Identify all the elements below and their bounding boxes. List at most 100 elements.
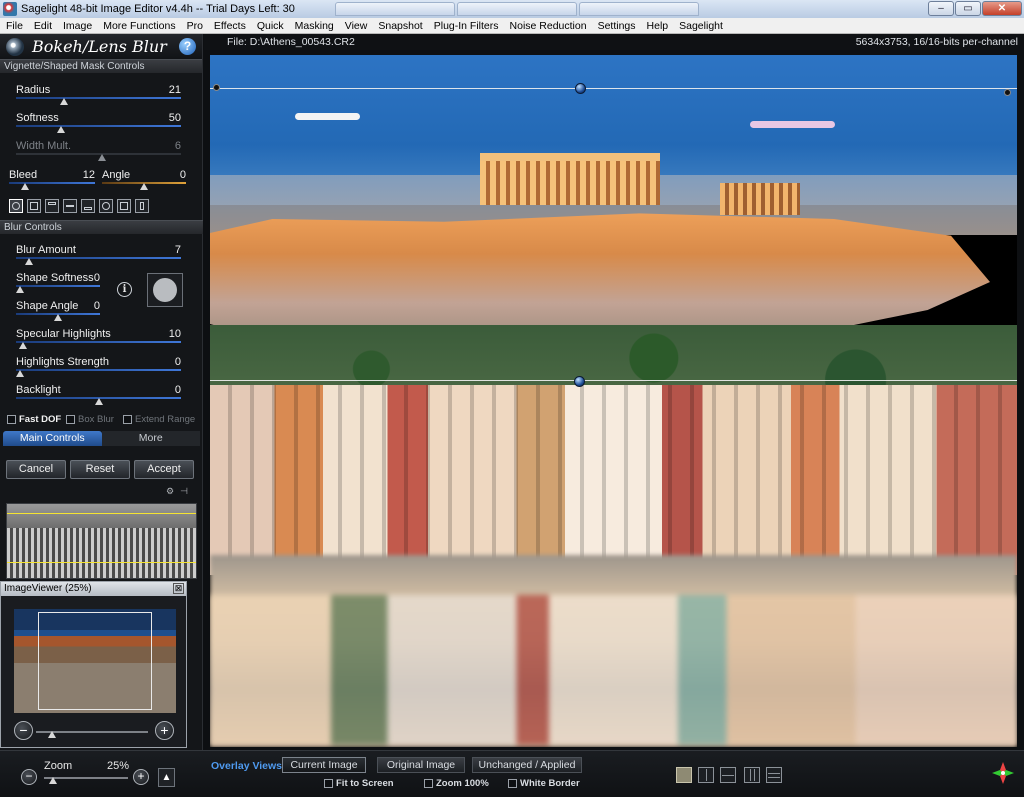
viewer-zoom-in-button[interactable]: + xyxy=(155,721,174,740)
bleed-value: 12 xyxy=(82,169,95,181)
reset-button[interactable]: Reset xyxy=(70,460,130,479)
pin-icon[interactable]: ⊣ xyxy=(180,486,188,497)
box-blur-checkbox[interactable]: Box Blur xyxy=(66,414,114,425)
menu-item-plug-in-filters[interactable]: Plug-In Filters xyxy=(434,20,499,32)
current-image-button[interactable]: Current Image xyxy=(282,757,366,773)
minimize-button[interactable]: ‒ xyxy=(928,1,954,16)
split-vertical-layout-icon[interactable] xyxy=(698,767,714,783)
side-by-side-layout-icon[interactable] xyxy=(744,767,760,783)
shape-softness-thumb[interactable] xyxy=(16,286,24,293)
circle-shape-icon[interactable] xyxy=(9,199,23,213)
menu-item-help[interactable]: Help xyxy=(647,20,669,32)
menu-item-noise-reduction[interactable]: Noise Reduction xyxy=(510,20,587,32)
menu-item-snapshot[interactable]: Snapshot xyxy=(378,20,422,32)
box-blur-box[interactable] xyxy=(66,415,75,424)
fast-dof-checkbox[interactable]: Fast DOF xyxy=(7,414,61,425)
bokeh-shape-preview[interactable] xyxy=(147,273,183,307)
inset-shape-icon[interactable] xyxy=(135,199,149,213)
image-canvas[interactable] xyxy=(210,55,1017,747)
top-band-shape-icon[interactable] xyxy=(45,199,59,213)
specular-highlights-thumb[interactable] xyxy=(19,342,27,349)
viewport-frame[interactable] xyxy=(38,612,152,710)
shape-angle-thumb[interactable] xyxy=(54,314,62,321)
fit-to-screen-box[interactable] xyxy=(324,779,333,788)
extend-range-box[interactable] xyxy=(123,415,132,424)
blur-amount-track[interactable] xyxy=(16,257,181,259)
radius-thumb[interactable] xyxy=(60,98,68,105)
background-tab[interactable] xyxy=(456,2,577,16)
highlights-strength-label: Highlights Strength xyxy=(16,356,109,368)
original-image-button[interactable]: Original Image xyxy=(377,757,465,773)
shape-softness-track[interactable] xyxy=(16,285,100,287)
stacked-layout-icon[interactable] xyxy=(766,767,782,783)
single-view-layout-icon[interactable] xyxy=(676,767,692,783)
focus-guide-bottom-handle[interactable] xyxy=(574,376,585,387)
menu-item-effects[interactable]: Effects xyxy=(214,20,246,32)
extend-range-checkbox[interactable]: Extend Range xyxy=(123,414,195,425)
zoom-thumb[interactable] xyxy=(49,777,57,784)
background-tab[interactable] xyxy=(578,2,699,16)
bokeh-disk-icon xyxy=(153,278,177,302)
menu-item-pro[interactable]: Pro xyxy=(187,20,203,32)
bleed-thumb[interactable] xyxy=(21,183,29,190)
middle-band-shape-icon[interactable] xyxy=(63,199,77,213)
unchanged-applied-button[interactable]: Unchanged / Applied xyxy=(472,757,582,773)
square-shape-icon[interactable] xyxy=(27,199,41,213)
viewer-zoom-out-button[interactable]: − xyxy=(14,721,33,740)
split-horizontal-layout-icon[interactable] xyxy=(720,767,736,783)
zoom-100-box[interactable] xyxy=(424,779,433,788)
settings-small-icon[interactable]: ⚙ xyxy=(166,486,174,497)
plugin-header: Bokeh/Lens Blur ? xyxy=(0,34,202,59)
softness-thumb[interactable] xyxy=(57,126,65,133)
zoom-out-button[interactable]: − xyxy=(21,769,37,785)
menu-item-sagelight[interactable]: Sagelight xyxy=(679,20,723,32)
info-icon[interactable]: i xyxy=(117,282,132,297)
focus-guide-top-handle[interactable] xyxy=(575,83,586,94)
image-viewer-close-icon[interactable]: ⊠ xyxy=(173,583,184,594)
menu-item-masking[interactable]: Masking xyxy=(295,20,334,32)
guide-end-dot-right[interactable] xyxy=(1004,89,1011,96)
help-icon[interactable]: ? xyxy=(179,38,196,55)
white-border-box[interactable] xyxy=(508,779,517,788)
specular-highlights-track[interactable] xyxy=(16,341,181,343)
width-mult-thumb[interactable] xyxy=(98,154,106,161)
image-viewer-title[interactable]: ImageViewer (25%) ⊠ xyxy=(1,582,186,596)
focus-guide-top[interactable] xyxy=(210,88,1017,89)
backlight-thumb[interactable] xyxy=(95,398,103,405)
menu-item-view[interactable]: View xyxy=(345,20,368,32)
white-border-checkbox[interactable]: White Border xyxy=(508,778,580,789)
cancel-button[interactable]: Cancel xyxy=(6,460,66,479)
bottom-band-shape-icon[interactable] xyxy=(81,199,95,213)
focus-guide-bottom[interactable] xyxy=(210,380,1017,381)
angle-thumb[interactable] xyxy=(140,183,148,190)
background-tab[interactable] xyxy=(334,2,455,16)
image-viewer-preview[interactable] xyxy=(14,609,176,713)
zoom-100-checkbox[interactable]: Zoom 100% xyxy=(424,778,489,789)
viewer-zoom-thumb[interactable] xyxy=(48,731,56,738)
menu-item-image[interactable]: Image xyxy=(63,20,92,32)
frame-shape-icon[interactable] xyxy=(117,199,131,213)
fit-to-screen-checkbox[interactable]: Fit to Screen xyxy=(324,778,394,789)
menu-item-file[interactable]: File xyxy=(6,20,23,32)
menu-item-edit[interactable]: Edit xyxy=(34,20,52,32)
tab-main-controls[interactable]: Main Controls xyxy=(3,431,102,446)
highlights-strength-track[interactable] xyxy=(16,369,181,371)
radius-track[interactable] xyxy=(16,97,181,99)
mask-preview-thumbnail[interactable] xyxy=(6,503,197,579)
tab-more[interactable]: More xyxy=(101,431,200,446)
highlights-strength-thumb[interactable] xyxy=(16,370,24,377)
close-button[interactable]: ✕ xyxy=(982,1,1022,16)
menu-item-more-functions[interactable]: More Functions xyxy=(103,20,175,32)
menu-bar: File Edit Image More Functions Pro Effects Qui… xyxy=(0,18,1024,34)
blur-amount-thumb[interactable] xyxy=(25,258,33,265)
fast-dof-box[interactable] xyxy=(7,415,16,424)
ellipse-shape-icon[interactable] xyxy=(99,199,113,213)
zoom-in-button[interactable]: + xyxy=(133,769,149,785)
menu-item-settings[interactable]: Settings xyxy=(598,20,636,32)
maximize-button[interactable]: ▭ xyxy=(955,1,981,16)
guide-end-dot-left[interactable] xyxy=(213,84,220,91)
expand-up-button[interactable]: ▲ xyxy=(158,768,175,787)
accept-button[interactable]: Accept xyxy=(134,460,194,479)
menu-item-quick[interactable]: Quick xyxy=(257,20,284,32)
softness-track[interactable] xyxy=(16,125,181,127)
